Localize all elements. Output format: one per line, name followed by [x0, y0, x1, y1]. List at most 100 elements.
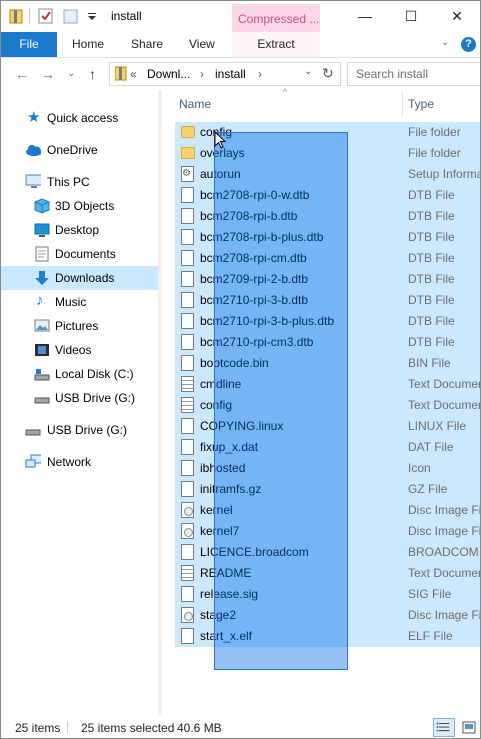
window-title: install	[111, 9, 142, 23]
sidebar-item-usb-drive-root[interactable]: USB Drive (G:)	[1, 418, 158, 442]
refresh-icon[interactable]: ↻	[322, 65, 334, 82]
sidebar-item-onedrive[interactable]: OneDrive	[1, 138, 158, 162]
column-divider[interactable]	[402, 90, 403, 118]
customize-toolbar-icon[interactable]	[87, 8, 97, 24]
breadcrumb-separator[interactable]: ›	[200, 67, 204, 81]
new-folder-icon[interactable]	[63, 8, 79, 24]
sidebar-item-music[interactable]: ♪ Music	[1, 290, 158, 314]
sidebar-item-network[interactable]: Network	[1, 450, 158, 474]
tab-view[interactable]: View	[189, 32, 215, 57]
forward-arrow-icon[interactable]: →	[41, 66, 55, 82]
address-dropdown-icon[interactable]: ⌄	[304, 66, 312, 77]
divider	[67, 721, 68, 733]
text-file-icon	[181, 397, 194, 413]
breadcrumb-install[interactable]: install	[215, 67, 246, 81]
address-bar[interactable]: « Downl... › install › ⌄ ↻	[109, 62, 341, 86]
sidebar-item-this-pc[interactable]: This PC	[1, 170, 158, 194]
file-icon	[181, 439, 194, 455]
tab-extract[interactable]: Extract	[232, 32, 320, 57]
file-type: DTB File	[408, 251, 455, 265]
file-type: DTB File	[408, 209, 455, 223]
file-type: SIG File	[408, 587, 452, 601]
file-type: Text Documen	[408, 566, 481, 580]
desktop-icon	[34, 223, 50, 237]
file-icon	[181, 187, 194, 203]
network-icon	[25, 454, 41, 468]
minimize-icon[interactable]: —	[342, 1, 388, 32]
picture-icon	[34, 319, 50, 332]
sidebar-item-label: Network	[47, 455, 92, 469]
breadcrumb-downloads[interactable]: Downl...	[147, 67, 190, 81]
search-input[interactable]: Search install	[347, 62, 480, 86]
file-type: LINUX File	[408, 419, 467, 433]
disc-image-icon	[181, 607, 194, 623]
sidebar-item-documents[interactable]: Documents	[1, 242, 158, 266]
file-icon	[181, 208, 194, 224]
maximize-icon[interactable]: ☐	[388, 1, 434, 32]
zip-folder-icon	[115, 66, 127, 81]
video-icon	[35, 344, 49, 356]
file-icon	[181, 418, 194, 434]
sidebar-item-usb-drive[interactable]: USB Drive (G:)	[1, 386, 158, 410]
sidebar-item-local-disk[interactable]: Local Disk (C:)	[1, 362, 158, 386]
file-type: DAT File	[408, 440, 454, 454]
sidebar-item-label: OneDrive	[47, 143, 98, 157]
sidebar-item-3d-objects[interactable]: 3D Objects	[1, 194, 158, 218]
breadcrumb-separator[interactable]: ›	[258, 67, 262, 81]
document-icon	[35, 246, 49, 262]
file-type: File folder	[408, 146, 461, 160]
status-bar: 25 items 25 items selected 40.6 MB	[1, 715, 480, 738]
file-icon	[181, 481, 194, 497]
disc-image-icon	[181, 502, 194, 518]
sidebar-item-pictures[interactable]: Pictures	[1, 314, 158, 338]
file-type: DTB File	[408, 335, 455, 349]
column-header-type[interactable]: Type	[408, 97, 434, 111]
tab-file[interactable]: File	[1, 32, 57, 57]
file-type: Disc Image Fil	[408, 524, 481, 538]
navigation-pane-scrollbar[interactable]	[158, 90, 162, 715]
explorer-window: install Compressed ... — ☐ ✕ File Home S…	[0, 0, 481, 739]
breadcrumb-overflow[interactable]: «	[130, 67, 137, 81]
music-icon: ♪	[36, 292, 44, 309]
file-type: DTB File	[408, 314, 455, 328]
sidebar-item-label: USB Drive (G:)	[55, 391, 136, 405]
sidebar-item-label: Videos	[55, 343, 92, 357]
file-icon	[181, 586, 194, 602]
close-icon[interactable]: ✕	[434, 1, 480, 32]
navigation-pane: ★ Quick access OneDrive This PC 3D Objec…	[1, 90, 159, 715]
file-type: BIN File	[408, 356, 451, 370]
selection-marquee	[214, 132, 348, 670]
file-icon	[181, 544, 194, 560]
tab-home[interactable]: Home	[72, 32, 104, 57]
navigation-bar: ← → ⌄ ↑ « Downl... › install › ⌄ ↻ Searc…	[1, 58, 480, 90]
file-icon	[181, 628, 194, 644]
title-bar: install Compressed ... — ☐ ✕	[1, 1, 480, 33]
recent-locations-icon[interactable]: ⌄	[67, 68, 75, 79]
sidebar-item-label: Downloads	[55, 271, 115, 285]
details-view-icon[interactable]	[433, 718, 455, 737]
sidebar-item-downloads[interactable]: Downloads	[1, 266, 158, 290]
disc-image-icon	[181, 523, 194, 539]
sidebar-item-quick-access[interactable]: ★ Quick access	[1, 106, 158, 130]
sidebar-item-label: Desktop	[55, 223, 100, 237]
column-header-name[interactable]: Name	[179, 97, 211, 111]
up-arrow-icon[interactable]: ↑	[89, 66, 96, 82]
sidebar-item-label: 3D Objects	[55, 199, 115, 213]
file-type: DTB File	[408, 272, 455, 286]
folder-icon	[181, 126, 195, 138]
properties-icon[interactable]	[38, 8, 54, 24]
star-icon: ★	[27, 109, 41, 126]
file-icon	[181, 334, 194, 350]
sidebar-item-videos[interactable]: Videos	[1, 338, 158, 362]
help-icon[interactable]: ?	[461, 37, 476, 52]
selected-size: 40.6 MB	[177, 721, 222, 735]
sidebar-item-label: Documents	[55, 247, 116, 261]
large-icons-view-icon[interactable]	[460, 718, 478, 737]
sidebar-item-desktop[interactable]: Desktop	[1, 218, 158, 242]
tab-share[interactable]: Share	[131, 32, 163, 57]
sidebar-item-label: Pictures	[55, 319, 99, 333]
file-type: Disc Image Fil	[408, 608, 481, 622]
chevron-down-icon[interactable]: ⌄	[441, 37, 449, 48]
file-type: DTB File	[408, 293, 455, 307]
back-arrow-icon[interactable]: ←	[15, 66, 29, 82]
